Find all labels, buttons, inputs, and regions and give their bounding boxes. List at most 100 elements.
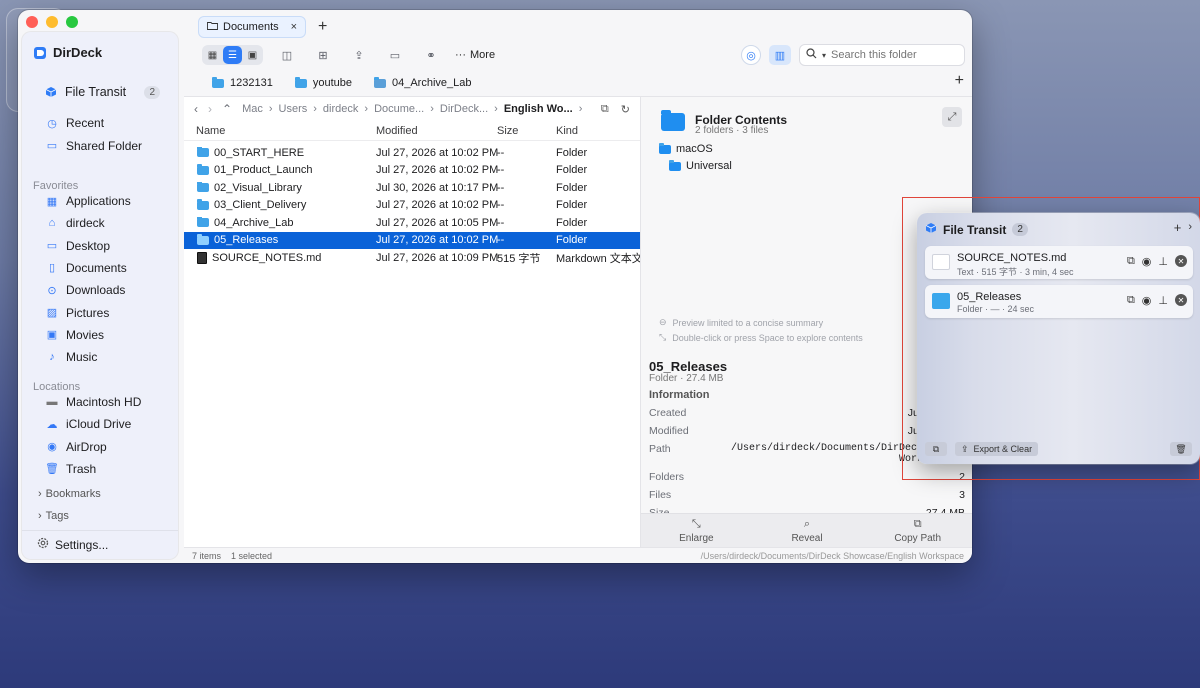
table-row[interactable]: 04_Archive_Lab Jul 27, 2026 at 10:05 PM --…: [184, 214, 640, 232]
breadcrumb-current[interactable]: English Wo...: [504, 103, 573, 115]
toolbar: ▦ ☰ ▣ ◫ ⊞ ⇪ ▭ ⚭ ··· More ◎ ▥ ▾: [202, 44, 972, 66]
add-icon[interactable]: +: [1174, 220, 1182, 235]
new-tab-button[interactable]: +: [318, 18, 327, 36]
link-icon[interactable]: ⚭: [419, 45, 443, 65]
sidebar-item-macintosh-hd[interactable]: ▬ Macintosh HD: [22, 392, 178, 412]
eye-icon[interactable]: ◉: [1142, 294, 1152, 307]
table-row[interactable]: 03_Client_Delivery Jul 27, 2026 at 10:02 …: [184, 197, 640, 215]
transit-item-name: 05_Releases: [957, 291, 1022, 303]
table-row[interactable]: 02_Visual_Library Jul 30, 2026 at 10:17 P…: [184, 179, 640, 197]
pin-icon[interactable]: ⊥: [1158, 294, 1168, 307]
clear-transit-button[interactable]: 🗑: [1170, 442, 1192, 456]
minimize-window-button[interactable]: [46, 16, 58, 28]
inspector-toggle-icon[interactable]: ▥: [769, 45, 791, 65]
gallery-view-icon[interactable]: ▣: [243, 46, 262, 64]
search-input[interactable]: [831, 49, 952, 61]
more-button[interactable]: ··· More: [455, 49, 495, 61]
pin-icon[interactable]: ⊥: [1158, 255, 1168, 268]
back-icon[interactable]: ‹: [194, 102, 198, 116]
enlarge-button[interactable]: ⤡ Enlarge: [641, 514, 752, 547]
transit-item-meta: Text · 515 字节 · 3 min, 4 sec: [957, 267, 1074, 277]
breadcrumb-item[interactable]: Docume...: [374, 103, 424, 115]
share-icon[interactable]: ⇪: [347, 45, 371, 65]
column-modified[interactable]: Modified: [376, 125, 497, 137]
information-header: Information: [649, 389, 710, 401]
view-mode-switcher: ▦ ☰ ▣: [202, 45, 263, 65]
settings-button[interactable]: Settings...: [37, 537, 108, 552]
copy-icon[interactable]: ⧉: [601, 103, 609, 116]
remove-icon[interactable]: ✕: [1175, 255, 1187, 267]
row-name-cell: 00_START_HERE: [184, 146, 376, 159]
copy-path-button[interactable]: ⧉ Copy Path: [862, 514, 972, 547]
sidebar-item-trash[interactable]: 🗑 Trash: [22, 459, 178, 479]
breadcrumb-item[interactable]: Users: [279, 103, 308, 115]
remove-icon[interactable]: ✕: [1175, 294, 1187, 306]
chevron-right-icon: ›: [364, 103, 369, 115]
close-window-button[interactable]: [26, 16, 38, 28]
sidebar-item-applications[interactable]: ▦ Applications: [22, 191, 178, 211]
bookmarks-section[interactable]: › Bookmarks: [38, 488, 101, 500]
column-kind[interactable]: Kind: [556, 125, 640, 137]
sidebar-item-icloud-drive[interactable]: ☁ iCloud Drive: [22, 414, 178, 434]
globe-search-icon[interactable]: ◎: [741, 45, 761, 65]
table-row[interactable]: 00_START_HERE Jul 27, 2026 at 10:02 PM -- F…: [184, 144, 640, 162]
sidebar-item-airdrop[interactable]: ◉ AirDrop: [22, 437, 178, 457]
favbar-item[interactable]: 1232131: [212, 76, 273, 89]
info-circle-icon: ⊖: [659, 317, 667, 327]
info-key: Path: [649, 443, 671, 455]
tree-item[interactable]: Universal: [669, 159, 732, 172]
transit-item[interactable]: 05_Releases Folder · — · 24 sec ⧉ ◉ ⊥ ✕: [925, 285, 1193, 318]
expand-icon[interactable]: ⤢: [942, 107, 962, 127]
breadcrumb-item[interactable]: Mac: [242, 103, 263, 115]
search-field[interactable]: ▾: [799, 44, 965, 66]
sidebar-item-downloads[interactable]: ⊙ Downloads: [22, 280, 178, 300]
row-size-cell: --: [497, 216, 505, 229]
add-favorite-button[interactable]: +: [955, 72, 964, 90]
breadcrumb-item[interactable]: DirDeck...: [440, 103, 488, 115]
table-row[interactable]: 01_Product_Launch Jul 27, 2026 at 10:02 P…: [184, 162, 640, 180]
zoom-window-button[interactable]: [66, 16, 78, 28]
sidebar-item-documents[interactable]: ▯ Documents: [22, 258, 178, 278]
column-size[interactable]: Size: [497, 125, 556, 137]
copy-all-button[interactable]: ⧉: [925, 442, 947, 456]
sidebar-item-desktop[interactable]: ▭ Desktop: [22, 236, 178, 256]
favbar-item[interactable]: 04_Archive_Lab: [373, 76, 472, 89]
sidebar-item-file-transit[interactable]: File Transit 2: [22, 82, 178, 102]
preview-icon[interactable]: ▭: [383, 45, 407, 65]
breadcrumb-item[interactable]: dirdeck: [323, 103, 358, 115]
tags-section[interactable]: › Tags: [38, 510, 69, 522]
sidebar-item-shared-folder[interactable]: ▭ Shared Folder: [22, 136, 178, 156]
refresh-icon[interactable]: ↻: [621, 103, 630, 116]
gear-icon: [37, 537, 49, 552]
sidebar-item-recent[interactable]: ◷ Recent: [22, 113, 178, 133]
path-bar: ‹ › ⌃ Mac › Users › dirdeck › Docume... › DirDec…: [184, 97, 640, 121]
transit-item[interactable]: SOURCE_NOTES.md Text · 515 字节 · 3 min, 4 …: [925, 246, 1193, 279]
table-row[interactable]: SOURCE_NOTES.md Jul 27, 2026 at 10:09 PM 5…: [184, 249, 640, 267]
copy-icon[interactable]: ⧉: [1127, 294, 1135, 307]
sidebar-item-dirdeck[interactable]: ⌂ dirdeck: [22, 213, 178, 233]
toolbar-right: ◎ ▥ ▾: [741, 44, 965, 66]
sidebar-item-pictures[interactable]: ▨ Pictures: [22, 303, 178, 323]
table-row[interactable]: 05_Releases Jul 27, 2026 at 10:02 PM -- Fol…: [184, 231, 640, 249]
split-view-icon[interactable]: ◫: [275, 45, 299, 65]
chevron-right-icon[interactable]: ›: [1188, 221, 1192, 235]
row-name-cell: 05_Releases: [184, 234, 376, 246]
list-view-icon[interactable]: ☰: [223, 46, 242, 64]
favbar-item[interactable]: youtube: [294, 76, 352, 89]
eye-icon[interactable]: ◉: [1142, 255, 1152, 268]
export-clear-button[interactable]: ⇪ Export & Clear: [955, 442, 1039, 456]
tree-item[interactable]: macOS: [659, 142, 713, 155]
up-icon[interactable]: ⌃: [222, 102, 232, 116]
sidebar-item-movies[interactable]: ▣ Movies: [22, 325, 178, 345]
forward-icon[interactable]: ›: [208, 102, 212, 116]
tab-documents[interactable]: Documents ×: [198, 16, 306, 38]
status-bar: 7 items 1 selected /Users/dirdeck/Docume…: [184, 547, 972, 563]
copy-icon[interactable]: ⧉: [1127, 255, 1135, 268]
reveal-button[interactable]: ⌕ Reveal: [752, 514, 863, 547]
close-tab-icon[interactable]: ×: [291, 21, 297, 33]
column-name[interactable]: Name: [184, 125, 376, 137]
new-folder-icon[interactable]: ⊞: [311, 45, 335, 65]
desktop-icon: ▭: [46, 240, 58, 253]
sidebar-item-music[interactable]: ♪ Music: [22, 347, 178, 367]
grid-view-icon[interactable]: ▦: [203, 46, 222, 64]
